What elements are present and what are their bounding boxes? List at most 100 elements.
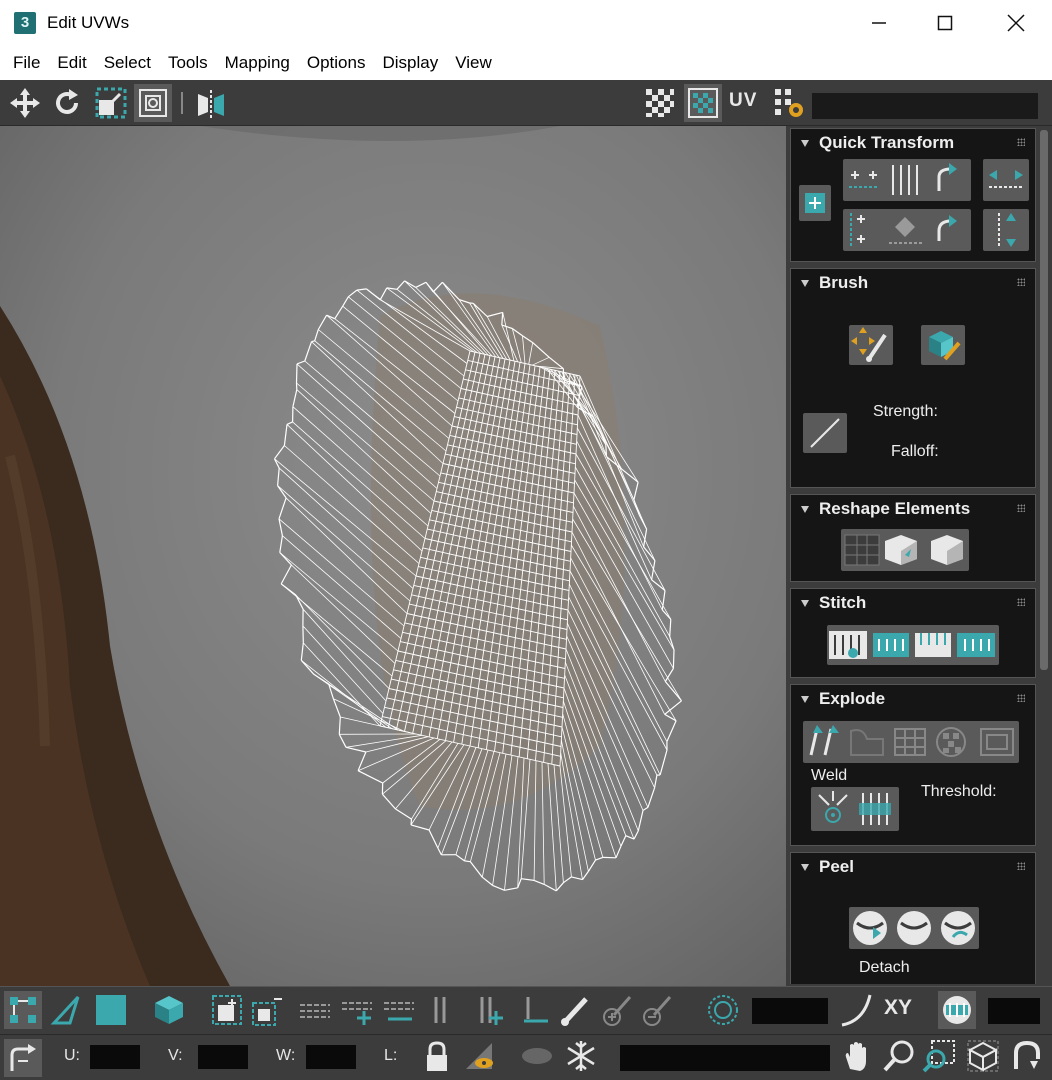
w-coordinate-field[interactable]	[306, 1045, 356, 1069]
soft-select-button[interactable]	[704, 991, 742, 1029]
weld-icons	[818, 791, 891, 825]
menu-view[interactable]: View	[448, 46, 502, 80]
falloff-line-icon	[810, 418, 840, 448]
scale-tool-button[interactable]	[92, 84, 130, 122]
reshape-elements-rollout: Reshape Elements	[790, 494, 1036, 582]
align-row-bottom[interactable]	[843, 209, 971, 251]
paint-brush-icon	[561, 997, 588, 1026]
uv-editor-canvas[interactable]	[0, 126, 786, 986]
settings-button[interactable]	[770, 84, 808, 122]
explode-header[interactable]: Explode	[791, 685, 1035, 713]
snap-magnet-icon	[1014, 1040, 1040, 1069]
weld-tools-group[interactable]	[811, 787, 899, 831]
eye-icon	[522, 1048, 552, 1064]
menu-mapping[interactable]: Mapping	[218, 46, 300, 80]
relax-brush-button[interactable]	[921, 325, 965, 365]
selection-set-dropdown[interactable]	[620, 1045, 830, 1071]
snap-button[interactable]	[1008, 1037, 1046, 1075]
v-coordinate-field[interactable]	[198, 1045, 248, 1069]
pivot-plus-icon	[805, 193, 825, 213]
stitch-tools-group[interactable]	[827, 625, 999, 665]
show-hidden-button[interactable]	[518, 1037, 556, 1075]
paint-grow-icon	[603, 996, 632, 1026]
peel-rollout: Peel Detach	[790, 852, 1036, 984]
menu-edit[interactable]: Edit	[50, 46, 96, 80]
lock-selection-button[interactable]	[418, 1037, 456, 1075]
element-select-button[interactable]	[150, 991, 188, 1029]
uv-viewport[interactable]	[0, 126, 786, 986]
ring-select-button[interactable]	[424, 991, 462, 1029]
distance-value-field[interactable]	[988, 998, 1040, 1024]
mirror-tool-button[interactable]	[192, 84, 230, 122]
align-row-top[interactable]	[843, 159, 971, 201]
menu-tools[interactable]: Tools	[161, 46, 218, 80]
ring-grow-button[interactable]	[472, 991, 510, 1029]
grow-selection-icon	[212, 995, 242, 1025]
xy-toggle[interactable]: XY	[884, 996, 912, 1020]
maximize-button[interactable]	[922, 6, 968, 40]
texture-checker-icon	[688, 88, 718, 118]
absolute-offset-toggle[interactable]	[4, 1039, 42, 1077]
polygon-select-button[interactable]	[92, 991, 130, 1029]
menu-file[interactable]: File	[6, 46, 50, 80]
paint-grow-button[interactable]	[598, 991, 636, 1029]
zoom-region-button[interactable]	[920, 1037, 958, 1075]
close-button[interactable]	[993, 6, 1039, 40]
space-vertical-button[interactable]	[983, 209, 1029, 251]
stitch-header[interactable]: Stitch	[791, 589, 1035, 617]
grow-selection-button[interactable]	[208, 991, 246, 1029]
freeze-button[interactable]	[562, 1037, 600, 1075]
soft-select-value-field[interactable]	[752, 998, 828, 1024]
menu-select[interactable]: Select	[97, 46, 161, 80]
move-tool-button[interactable]	[6, 84, 44, 122]
uv-label[interactable]: UV	[729, 90, 757, 112]
hide-button[interactable]	[460, 1037, 498, 1075]
peel-icons	[853, 911, 975, 945]
reshape-elements-header[interactable]: Reshape Elements	[791, 495, 1035, 523]
brush-falloff-button[interactable]	[803, 413, 847, 453]
hide-visibility-icon	[466, 1043, 493, 1069]
ring-icon	[434, 997, 446, 1023]
paint-move-button[interactable]	[849, 325, 893, 365]
zoom-extents-button[interactable]	[964, 1037, 1002, 1075]
l-label: L:	[384, 1047, 398, 1064]
rotate-tool-button[interactable]	[48, 84, 86, 122]
explode-icons	[809, 725, 1014, 757]
explode-tools-group[interactable]	[803, 721, 1019, 763]
align-horizontal-icon	[849, 163, 957, 195]
reshape-tools-group[interactable]	[841, 529, 969, 571]
peel-header[interactable]: Peel	[791, 853, 1035, 881]
edge-select-button[interactable]	[48, 991, 86, 1029]
brush-header[interactable]: Brush	[791, 269, 1035, 297]
mirror-icon	[198, 90, 224, 118]
loop-shrink-button[interactable]	[380, 991, 418, 1029]
paint-select-button[interactable]	[556, 991, 594, 1029]
peel-tools-group[interactable]	[849, 907, 979, 949]
u-coordinate-field[interactable]	[90, 1045, 140, 1069]
ring-grow-icon	[480, 997, 503, 1025]
menu-options[interactable]: Options	[300, 46, 376, 80]
falloff-curve-button[interactable]	[838, 991, 876, 1029]
map-selector-dropdown[interactable]	[812, 93, 1038, 119]
zoom-button[interactable]	[880, 1037, 918, 1075]
texture-checker-button[interactable]	[684, 84, 722, 122]
freeform-tool-button[interactable]	[134, 84, 172, 122]
soft-select-circle-icon	[708, 995, 738, 1025]
pan-button[interactable]	[838, 1037, 876, 1075]
loop-grow-button[interactable]	[338, 991, 376, 1029]
paint-shrink-button[interactable]	[638, 991, 676, 1029]
minimize-button[interactable]	[856, 6, 902, 40]
quick-transform-header[interactable]: Quick Transform	[791, 129, 1035, 157]
limit-by-distance-button[interactable]	[938, 991, 976, 1029]
checker-pattern-button[interactable]	[641, 84, 679, 122]
loop-select-button[interactable]	[296, 991, 334, 1029]
menu-display[interactable]: Display	[375, 46, 448, 80]
vertex-select-button[interactable]	[4, 991, 42, 1029]
ring-shrink-button[interactable]	[516, 991, 554, 1029]
pivot-button[interactable]	[799, 185, 831, 221]
panel-scrollbar[interactable]	[1040, 130, 1048, 670]
shrink-selection-button[interactable]	[248, 991, 286, 1029]
space-horizontal-button[interactable]	[983, 159, 1029, 201]
vertex-mode-icon	[10, 997, 36, 1023]
maximize-icon	[937, 15, 953, 31]
